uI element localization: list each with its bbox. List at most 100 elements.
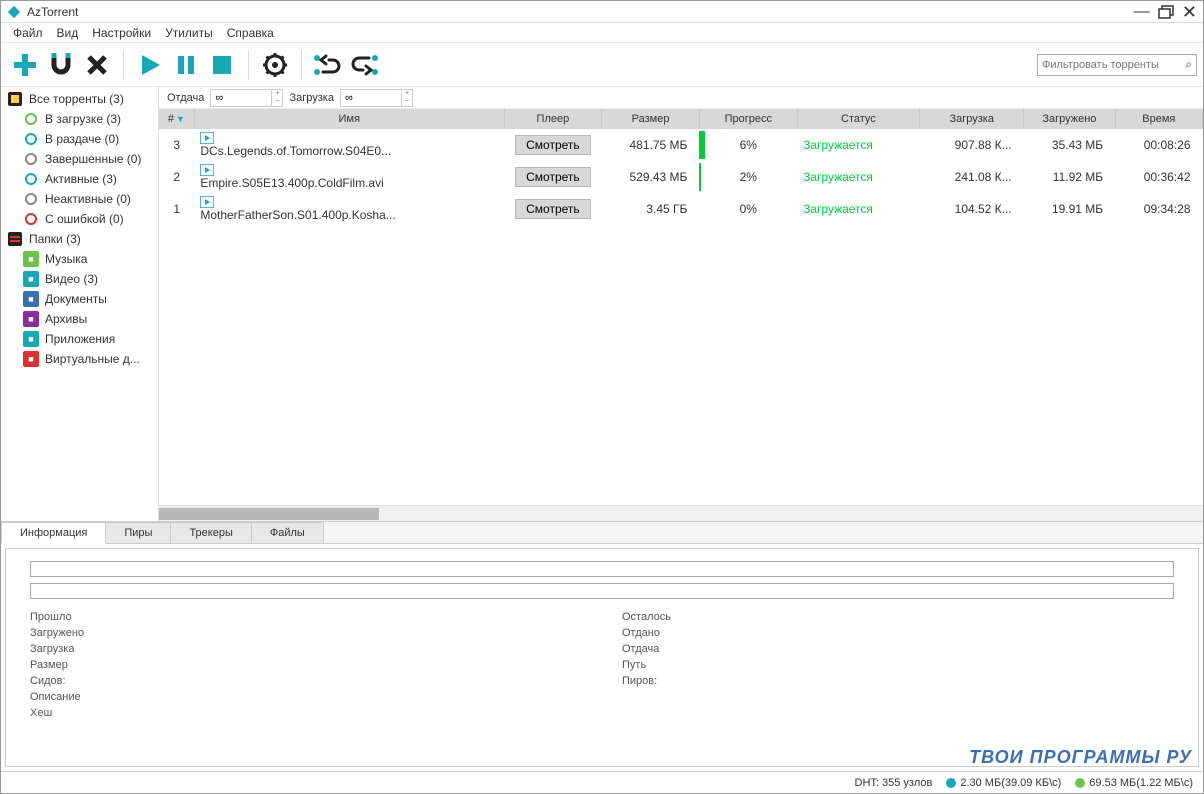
detail-label: Путь: [622, 659, 1174, 671]
sidebar-folder-item[interactable]: ■Виртуальные д...: [1, 349, 158, 369]
cell-player: Смотреть: [504, 129, 602, 161]
video-icon: [200, 132, 498, 144]
sidebar-folder-item[interactable]: ■ Музыка: [1, 249, 158, 269]
app-logo-icon: [7, 5, 21, 19]
sidebar-folders[interactable]: Папки (3): [1, 229, 158, 249]
filter-input[interactable]: [1042, 59, 1183, 71]
sidebar-item[interactable]: Активные (3): [1, 169, 158, 189]
tab-trackers[interactable]: Трекеры: [170, 522, 251, 543]
folders-icon: [7, 231, 23, 247]
upload-limit-input[interactable]: +−: [210, 89, 283, 107]
settings-button[interactable]: [257, 47, 293, 83]
sidebar-item[interactable]: В раздаче (0): [1, 129, 158, 149]
tab-files[interactable]: Файлы: [251, 522, 324, 543]
pause-button[interactable]: [168, 47, 204, 83]
cell-num: 1: [159, 193, 194, 225]
detail-label: Отдано: [622, 627, 1174, 639]
cell-name: DCs.Legends.of.Tomorrow.S04E0...: [194, 129, 504, 161]
sidebar-item-label: В загрузке (3): [45, 112, 121, 126]
minimize-button[interactable]: —: [1134, 5, 1150, 19]
maximize-button[interactable]: [1158, 5, 1174, 19]
sidebar-item[interactable]: Завершенные (0): [1, 149, 158, 169]
col-size[interactable]: Размер: [602, 109, 700, 129]
folder-icon: ■: [23, 271, 39, 287]
detail-label: Пиров:: [622, 675, 1174, 687]
sidebar-item-label: Неактивные (0): [45, 192, 131, 206]
sidebar-item-label: Музыка: [45, 252, 87, 266]
table-row[interactable]: 3 DCs.Legends.of.Tomorrow.S04E0... Смотр…: [159, 129, 1203, 161]
play-button[interactable]: [132, 47, 168, 83]
detail-progress-bar-1: [30, 561, 1174, 577]
watch-button[interactable]: Смотреть: [515, 167, 591, 187]
menu-utilities[interactable]: Утилиты: [159, 24, 219, 42]
detail-label: Хеш: [30, 707, 582, 719]
filter-box[interactable]: ⌕: [1037, 54, 1197, 76]
col-name[interactable]: Имя: [194, 109, 504, 129]
sidebar-item-label: Все торренты (3): [29, 92, 124, 106]
cell-progress: 2%: [699, 161, 797, 193]
detail-label: Описание: [30, 691, 582, 703]
add-torrent-button[interactable]: [7, 47, 43, 83]
sidebar-all-torrents[interactable]: Все торренты (3): [1, 89, 158, 109]
cell-player: Смотреть: [504, 193, 602, 225]
sidebar-item-label: Завершенные (0): [45, 152, 141, 166]
col-time[interactable]: Время: [1115, 109, 1202, 129]
menu-view[interactable]: Вид: [51, 24, 85, 42]
table-row[interactable]: 2 Empire.S05E13.400p.ColdFilm.avi Смотре…: [159, 161, 1203, 193]
menu-settings[interactable]: Настройки: [86, 24, 157, 42]
status-icon: [23, 171, 39, 187]
move-up-button[interactable]: [310, 47, 346, 83]
tab-info[interactable]: Информация: [1, 522, 106, 544]
cell-name: MotherFatherSon.S01.400p.Kosha...: [194, 193, 504, 225]
sidebar-folder-item[interactable]: ■Документы: [1, 289, 158, 309]
sidebar-folder-item[interactable]: ■ Видео (3): [1, 269, 158, 289]
detail-label: Осталось: [622, 611, 1174, 623]
watch-button[interactable]: Смотреть: [515, 135, 591, 155]
folder-icon: ■: [23, 251, 39, 267]
col-status[interactable]: Статус: [797, 109, 920, 129]
status-icon: [23, 151, 39, 167]
sidebar-item[interactable]: В загрузке (3): [1, 109, 158, 129]
sidebar-item[interactable]: С ошибкой (0): [1, 209, 158, 229]
download-label: Загрузка: [289, 92, 333, 104]
remove-torrent-button[interactable]: [79, 47, 115, 83]
sidebar-item-label: Виртуальные д...: [45, 352, 140, 366]
move-down-button[interactable]: [346, 47, 382, 83]
col-download[interactable]: Загрузка: [920, 109, 1024, 129]
detail-label: Размер: [30, 659, 582, 671]
col-num[interactable]: #▼: [159, 109, 194, 129]
detail-label: [622, 707, 1174, 719]
close-button[interactable]: ✕: [1182, 5, 1197, 19]
upload-label: Отдача: [167, 92, 204, 104]
col-progress[interactable]: Прогресс: [699, 109, 797, 129]
col-player[interactable]: Плеер: [504, 109, 602, 129]
statusbar: DHT: 355 узлов 2.30 МБ(39.09 КБ\с) 69.53…: [1, 771, 1203, 793]
cell-size: 529.43 МБ: [602, 161, 700, 193]
sidebar-item-label: С ошибкой (0): [45, 212, 124, 226]
detail-label: Загружено: [30, 627, 582, 639]
sidebar-item-label: Приложения: [45, 332, 115, 346]
detail-label: [622, 691, 1174, 703]
video-icon: [200, 196, 498, 208]
watch-button[interactable]: Смотреть: [515, 199, 591, 219]
table-row[interactable]: 1 MotherFatherSon.S01.400p.Kosha... Смот…: [159, 193, 1203, 225]
sidebar-item-label: Документы: [45, 292, 107, 306]
sidebar-folder-item[interactable]: ■Приложения: [1, 329, 158, 349]
col-downloaded[interactable]: Загружено: [1024, 109, 1115, 129]
menubar: Файл Вид Настройки Утилиты Справка: [1, 23, 1203, 43]
tab-peers[interactable]: Пиры: [105, 522, 171, 543]
sidebar-folder-item[interactable]: ■Архивы: [1, 309, 158, 329]
titlebar: AzTorrent — ✕: [1, 1, 1203, 23]
detail-progress-bar-2: [30, 583, 1174, 599]
sidebar-item-label: Архивы: [45, 312, 87, 326]
toolbar: ⌕: [1, 43, 1203, 87]
sidebar-item-label: Видео (3): [45, 272, 98, 286]
stop-button[interactable]: [204, 47, 240, 83]
menu-file[interactable]: Файл: [7, 24, 49, 42]
sidebar-item[interactable]: Неактивные (0): [1, 189, 158, 209]
speed-bar: Отдача +− Загрузка +−: [159, 87, 1203, 109]
download-limit-input[interactable]: +−: [340, 89, 413, 107]
menu-help[interactable]: Справка: [221, 24, 280, 42]
horizontal-scrollbar[interactable]: [159, 505, 1203, 521]
add-magnet-button[interactable]: [43, 47, 79, 83]
